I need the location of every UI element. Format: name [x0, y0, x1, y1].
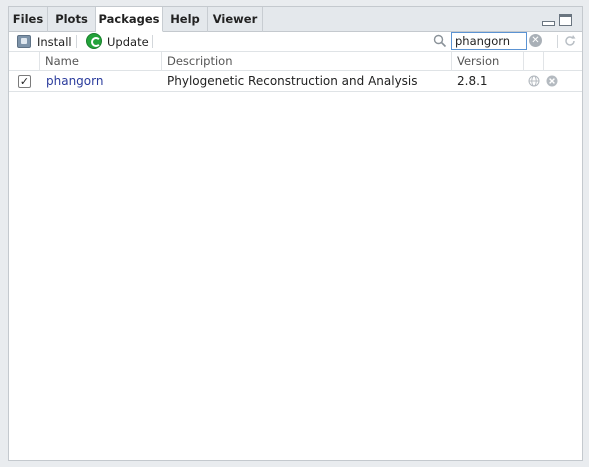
package-version: 2.8.1	[457, 74, 488, 88]
toolbar-divider	[76, 35, 77, 48]
column-divider	[451, 52, 452, 71]
update-label: Update	[107, 35, 149, 49]
column-divider	[523, 52, 524, 71]
tab-files[interactable]: Files	[9, 7, 48, 32]
toolbar-divider	[557, 35, 558, 48]
globe-icon[interactable]	[528, 75, 540, 87]
table-row: ✓ phangorn Phylogenetic Reconstruction a…	[9, 71, 582, 92]
table-header: Name Description Version	[9, 52, 582, 71]
column-divider	[39, 52, 40, 71]
install-label: Install	[37, 35, 72, 49]
tab-help[interactable]: Help	[163, 7, 208, 32]
update-icon	[86, 33, 102, 49]
tab-packages[interactable]: Packages	[96, 7, 163, 32]
package-loaded-checkbox[interactable]: ✓	[18, 75, 31, 88]
package-search-input[interactable]	[451, 32, 527, 50]
clear-search-icon[interactable]: ✕	[529, 34, 542, 47]
install-icon	[17, 35, 31, 48]
search-icon	[433, 34, 447, 48]
packages-toolbar: Install Update ✕	[9, 32, 582, 52]
column-header-name[interactable]: Name	[39, 52, 161, 71]
column-divider	[543, 52, 544, 71]
remove-package-icon[interactable]	[546, 75, 558, 87]
column-header-version[interactable]: Version	[451, 52, 523, 71]
tab-bar: Files Plots Packages Help Viewer	[9, 7, 582, 32]
column-divider	[161, 52, 162, 71]
maximize-pane-icon[interactable]	[559, 14, 572, 26]
install-button[interactable]: Install	[17, 33, 72, 51]
refresh-icon[interactable]	[563, 34, 577, 48]
tab-plots[interactable]: Plots	[48, 7, 96, 32]
column-header-description[interactable]: Description	[161, 52, 451, 71]
tab-viewer[interactable]: Viewer	[208, 7, 263, 32]
package-description: Phylogenetic Reconstruction and Analysis	[167, 74, 418, 88]
toolbar-divider	[152, 35, 153, 48]
minimize-pane-icon[interactable]	[542, 21, 555, 26]
package-name-link[interactable]: phangorn	[46, 71, 103, 91]
update-button[interactable]: Update	[86, 33, 149, 51]
packages-pane: Files Plots Packages Help Viewer Install…	[8, 6, 583, 461]
